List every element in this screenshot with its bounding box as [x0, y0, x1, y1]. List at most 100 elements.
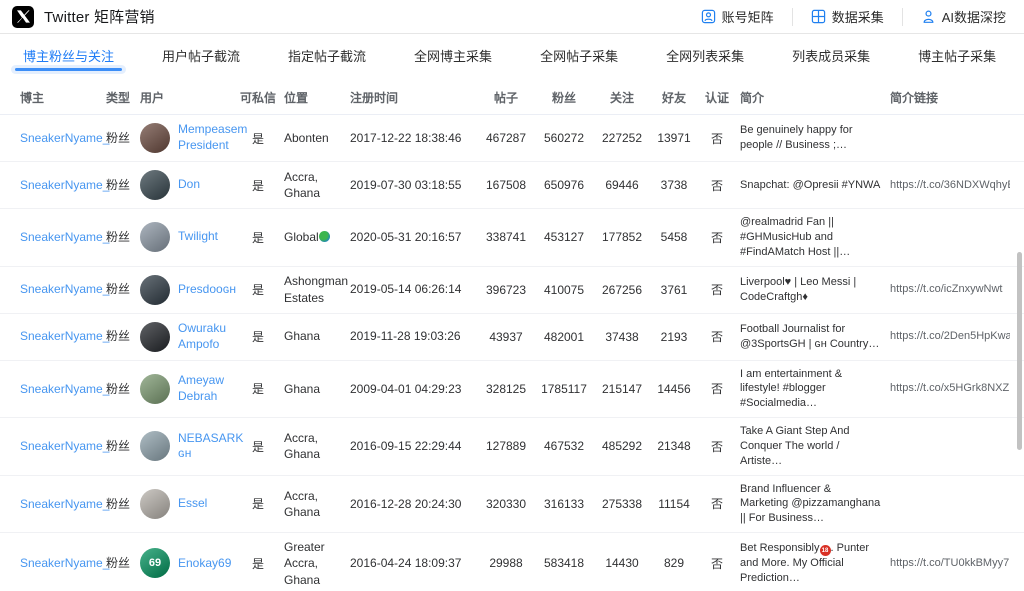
- user-avatar[interactable]: [140, 275, 170, 305]
- tab-blogger-post-collect[interactable]: 博主帖子采集: [916, 34, 998, 75]
- type-cell: 粉丝: [106, 555, 140, 571]
- dm-cell: 是: [240, 229, 284, 246]
- type-cell: 粉丝: [106, 328, 140, 344]
- account-matrix-button[interactable]: 账号矩阵: [683, 8, 792, 26]
- col-header-type: 类型: [106, 89, 140, 106]
- regtime-cell: 2020-05-31 20:16:57: [350, 229, 482, 245]
- col-header-blogger: 博主: [20, 89, 106, 106]
- bio-link-cell[interactable]: https://t.co/36NDXWqhyE: [890, 178, 1010, 193]
- user-avatar[interactable]: [140, 489, 170, 519]
- col-header-bio-link: 简介链接: [890, 89, 1010, 106]
- user-name-link[interactable]: Ameyaw Debrah: [178, 373, 232, 404]
- table-header: 博主类型用户可私信位置注册时间帖子粉丝关注好友认证简介简介链接: [0, 81, 1024, 115]
- blogger-link[interactable]: SneakerNyame_: [20, 229, 106, 245]
- tab-bar: 博主粉丝与关注 用户帖子截流 指定帖子截流 全网博主采集 全网帖子采集 全网列表采集 列表成…: [0, 34, 1024, 75]
- user-avatar[interactable]: [140, 431, 170, 461]
- blogger-link[interactable]: SneakerNyame_: [20, 281, 106, 297]
- verified-cell: 否: [702, 438, 740, 455]
- location-cell: Abonten: [284, 130, 350, 146]
- type-cell: 粉丝: [106, 496, 140, 512]
- col-header-followers: 粉丝: [538, 89, 598, 106]
- bio-link-cell[interactable]: https://t.co/icZnxywNwt: [890, 282, 1010, 297]
- 18plus-emoji: [820, 545, 831, 556]
- regtime-cell: 2016-04-24 18:09:37: [350, 555, 482, 571]
- tab-list-member-collect[interactable]: 列表成员采集: [790, 34, 872, 75]
- regtime-cell: 2016-09-15 22:29:44: [350, 438, 482, 454]
- table-row: SneakerNyame_粉丝Twilight是Global2020-05-31…: [0, 209, 1024, 267]
- followers-cell: 467532: [538, 439, 598, 453]
- following-cell: 485292: [598, 439, 654, 453]
- user-avatar[interactable]: [140, 222, 170, 252]
- user-avatar[interactable]: [140, 170, 170, 200]
- tab-blogger-fans-following[interactable]: 博主粉丝与关注: [21, 34, 116, 75]
- blogger-link[interactable]: SneakerNyame_: [20, 177, 106, 193]
- user-avatar[interactable]: [140, 123, 170, 153]
- user-cell: Owuraku Ampofo: [140, 321, 240, 352]
- posts-cell: 338741: [482, 230, 538, 244]
- user-avatar[interactable]: 69: [140, 548, 170, 578]
- data-collection-button[interactable]: 数据采集: [792, 8, 902, 26]
- user-name-link[interactable]: Mempeasem President: [178, 122, 247, 153]
- blogger-link[interactable]: SneakerNyame_: [20, 381, 106, 397]
- following-cell: 14430: [598, 556, 654, 570]
- regtime-cell: 2019-05-14 06:26:14: [350, 281, 482, 297]
- user-cell: Don: [140, 170, 240, 200]
- bio-cell: Liverpool♥ | Leo Messi | CodeCraftgh♦: [740, 275, 890, 305]
- location-cell: Global: [284, 229, 350, 245]
- regtime-cell: 2016-12-28 20:24:30: [350, 496, 482, 512]
- friends-cell: 3738: [654, 178, 702, 192]
- blogger-link[interactable]: SneakerNyame_: [20, 328, 106, 344]
- table-row: SneakerNyame_粉丝NEBASARK ɢʜ是Accra, Ghana2…: [0, 418, 1024, 476]
- col-header-following: 关注: [598, 89, 654, 106]
- tab-network-post-collect[interactable]: 全网帖子采集: [538, 34, 620, 75]
- tab-user-post-intercept[interactable]: 用户帖子截流: [160, 34, 242, 75]
- tab-specified-post-intercept[interactable]: 指定帖子截流: [286, 34, 368, 75]
- regtime-cell: 2019-07-30 03:18:55: [350, 177, 482, 193]
- type-cell: 粉丝: [106, 438, 140, 454]
- scrollbar-thumb[interactable]: [1017, 252, 1022, 450]
- regtime-cell: 2019-11-28 19:03:26: [350, 328, 482, 344]
- blogger-link[interactable]: SneakerNyame_: [20, 555, 106, 571]
- followers-cell: 650976: [538, 178, 598, 192]
- location-cell: Ashongman Estates: [284, 273, 350, 305]
- tab-network-list-collect[interactable]: 全网列表采集: [664, 34, 746, 75]
- bio-link-cell[interactable]: https://t.co/TU0kkBMyy7: [890, 556, 1010, 571]
- app-header: Twitter 矩阵营销 账号矩阵数据采集AI数据深挖: [0, 0, 1024, 34]
- user-cell: Twilight: [140, 222, 240, 252]
- dm-cell: 是: [240, 555, 284, 572]
- location-cell: Accra, Ghana: [284, 169, 350, 201]
- type-cell: 粉丝: [106, 281, 140, 297]
- blogger-link[interactable]: SneakerNyame_: [20, 130, 106, 146]
- posts-cell: 328125: [482, 382, 538, 396]
- blogger-link[interactable]: SneakerNyame_: [20, 438, 106, 454]
- user-cell: 69 Enokay69: [140, 548, 240, 578]
- bio-cell: Be genuinely happy for people // Busines…: [740, 123, 890, 153]
- ai-mining-button[interactable]: AI数据深挖: [902, 8, 1010, 26]
- regtime-cell: 2017-12-22 18:38:46: [350, 130, 482, 146]
- user-name-link[interactable]: NEBASARK ɢʜ: [178, 431, 243, 462]
- user-avatar[interactable]: [140, 322, 170, 352]
- dm-cell: 是: [240, 281, 284, 298]
- following-cell: 177852: [598, 230, 654, 244]
- blogger-link[interactable]: SneakerNyame_: [20, 496, 106, 512]
- user-avatar[interactable]: [140, 374, 170, 404]
- action-label: 数据采集: [832, 7, 884, 26]
- followers-cell: 482001: [538, 330, 598, 344]
- user-name-link[interactable]: Twilight: [178, 229, 218, 245]
- col-header-user: 用户: [140, 89, 240, 106]
- tab-network-blogger-collect[interactable]: 全网博主采集: [412, 34, 494, 75]
- user-name-link[interactable]: Essel: [178, 496, 207, 512]
- posts-cell: 167508: [482, 178, 538, 192]
- user-name-link[interactable]: Presdooɢʜ: [178, 282, 236, 298]
- user-name-link[interactable]: Owuraku Ampofo: [178, 321, 232, 352]
- friends-cell: 13971: [654, 131, 702, 145]
- followers-cell: 1785117: [538, 382, 598, 396]
- regtime-cell: 2009-04-01 04:29:23: [350, 381, 482, 397]
- posts-cell: 396723: [482, 283, 538, 297]
- verified-cell: 否: [702, 328, 740, 345]
- bio-link-cell[interactable]: https://t.co/x5HGrk8NXZ: [890, 381, 1010, 396]
- user-name-link[interactable]: Don: [178, 177, 200, 193]
- bio-link-cell[interactable]: https://t.co/2Den5HpKwa: [890, 329, 1010, 344]
- user-cell: Presdooɢʜ: [140, 275, 240, 305]
- user-name-link[interactable]: Enokay69: [178, 556, 231, 572]
